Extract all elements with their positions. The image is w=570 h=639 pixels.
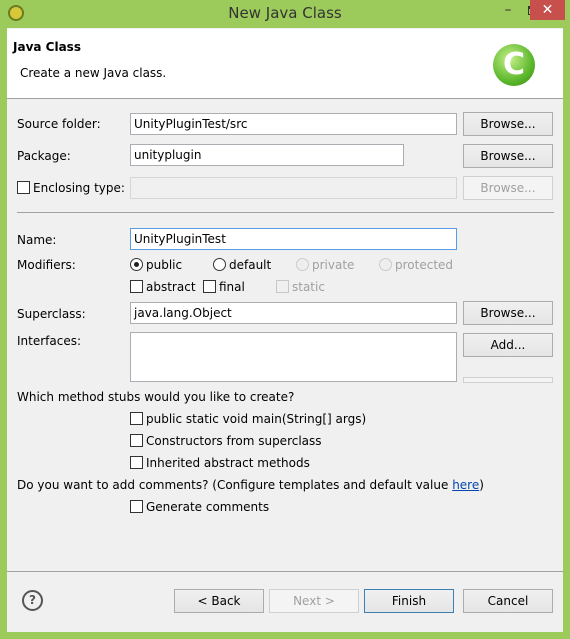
comments-question-close: ) — [479, 478, 484, 492]
finish-button[interactable]: Finish — [364, 589, 454, 613]
separator — [17, 212, 554, 213]
method-stubs-question: Which method stubs would you like to cre… — [17, 390, 295, 404]
comments-question-text: Do you want to add comments? (Configure … — [17, 478, 453, 492]
configure-templates-link[interactable]: here — [452, 478, 479, 492]
abstract-label: abstract — [146, 280, 196, 294]
abstract-checkbox[interactable] — [130, 280, 143, 293]
page-description: Create a new Java class. — [20, 66, 167, 80]
source-folder-label: Source folder: — [17, 117, 101, 131]
final-checkbox[interactable] — [203, 280, 216, 293]
default-radio[interactable] — [213, 258, 226, 271]
package-browse-button[interactable]: Browse... — [463, 144, 553, 168]
protected-radio-label: protected — [395, 258, 454, 272]
help-icon[interactable]: ? — [22, 590, 43, 611]
public-radio[interactable] — [130, 258, 143, 271]
name-label: Name: — [17, 233, 57, 247]
private-radio — [296, 258, 309, 271]
package-input[interactable]: unityplugin — [130, 144, 404, 166]
next-button: Next > — [269, 589, 359, 613]
interfaces-label: Interfaces: — [17, 334, 82, 348]
minimize-button[interactable]: – — [496, 2, 520, 20]
title-bar[interactable]: New Java Class – ✕ — [0, 0, 570, 28]
static-label: static — [292, 280, 325, 294]
main-stub-label: public static void main(String[] args) — [146, 412, 367, 426]
name-input[interactable]: UnityPluginTest — [130, 228, 457, 250]
final-label: final — [219, 280, 245, 294]
add-interface-button[interactable]: Add... — [463, 333, 553, 357]
static-checkbox — [276, 280, 289, 293]
inherited-stub-checkbox[interactable] — [130, 456, 143, 469]
superclass-browse-button[interactable]: Browse... — [463, 301, 553, 325]
superclass-input[interactable]: java.lang.Object — [130, 302, 457, 324]
protected-radio — [379, 258, 392, 271]
default-radio-label: default — [229, 258, 272, 272]
footer-separator — [7, 571, 563, 572]
enclosing-type-checkbox[interactable] — [17, 181, 30, 194]
inherited-stub-label: Inherited abstract methods — [146, 456, 310, 470]
source-folder-browse-button[interactable]: Browse... — [463, 112, 553, 136]
public-radio-label: public — [146, 258, 183, 272]
main-stub-checkbox[interactable] — [130, 412, 143, 425]
close-button[interactable]: ✕ — [530, 0, 565, 20]
constructors-stub-checkbox[interactable] — [130, 434, 143, 447]
wizard-header: Java Class Create a new Java class. C — [7, 29, 563, 99]
package-label: Package: — [17, 149, 71, 163]
enclosing-type-input — [130, 177, 457, 199]
interfaces-list[interactable] — [130, 332, 457, 382]
generate-comments-label: Generate comments — [146, 500, 270, 514]
comments-question: Do you want to add comments? (Configure … — [17, 478, 484, 492]
constructors-stub-label: Constructors from superclass — [146, 434, 322, 448]
private-radio-label: private — [312, 258, 355, 272]
generate-comments-checkbox[interactable] — [130, 500, 143, 513]
enclosing-type-label: Enclosing type: — [33, 181, 125, 195]
modifiers-label: Modifiers: — [17, 258, 76, 272]
enclosing-type-browse-button: Browse... — [463, 176, 553, 200]
source-folder-input[interactable]: UnityPluginTest/src — [130, 113, 457, 135]
window-title: New Java Class — [228, 4, 342, 22]
cancel-button[interactable]: Cancel — [463, 589, 553, 613]
page-title: Java Class — [13, 40, 81, 54]
back-button[interactable]: < Back — [174, 589, 264, 613]
java-class-icon: C — [493, 44, 535, 86]
superclass-label: Superclass: — [17, 307, 86, 321]
remove-interface-button — [463, 377, 553, 383]
